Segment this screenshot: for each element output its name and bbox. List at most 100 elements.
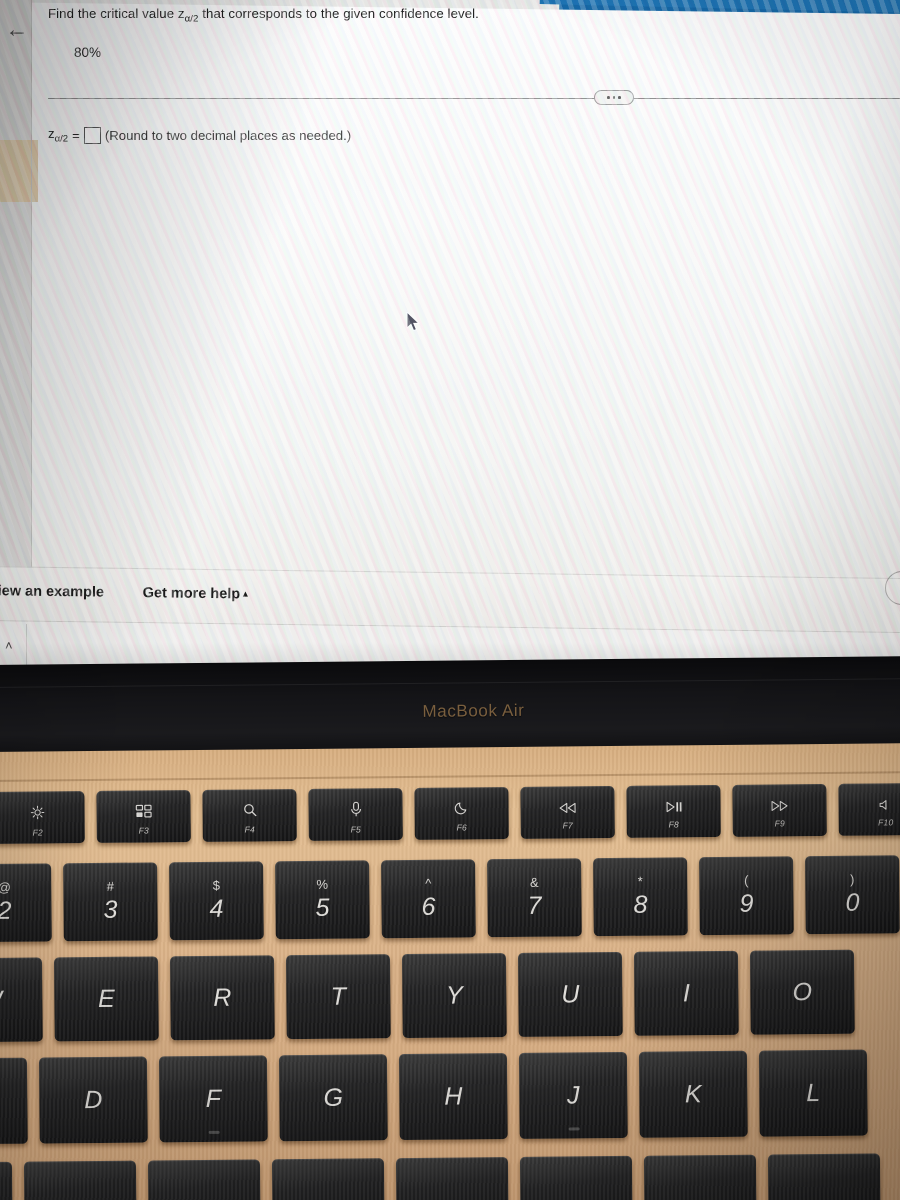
get-more-help-button[interactable]: Get more help ▴	[143, 585, 248, 602]
key-shift-symbol: )	[850, 871, 855, 887]
key-blank-2[interactable]	[147, 1159, 261, 1200]
key-f2[interactable]: F2	[0, 791, 85, 844]
mission-control-icon	[135, 804, 152, 820]
key-label: 3	[103, 895, 118, 924]
key-label: T	[330, 982, 347, 1011]
key-f4[interactable]: F4	[202, 789, 297, 842]
tray-tab-divider	[26, 624, 27, 668]
key-label: K	[684, 1079, 702, 1108]
answer-variable-subscript: α/2	[54, 133, 69, 145]
key-5[interactable]: % 5	[275, 860, 370, 940]
key-label: F2	[32, 826, 43, 838]
key-f8[interactable]: F8	[626, 784, 721, 838]
key-k[interactable]: K	[638, 1050, 748, 1138]
key-label: 2	[0, 896, 12, 925]
key-shift-symbol: &	[529, 874, 539, 890]
key-0[interactable]: ) 0	[805, 855, 900, 935]
key-f9[interactable]: F9	[732, 783, 827, 837]
key-o[interactable]: O	[749, 949, 855, 1035]
rail-highlight-block	[0, 140, 38, 202]
key-blank-3[interactable]	[271, 1158, 385, 1200]
brightness-up-icon	[30, 804, 46, 822]
view-an-example-link[interactable]: iew an example	[0, 583, 104, 600]
key-2[interactable]: @2	[0, 863, 52, 943]
key-j[interactable]: J	[518, 1051, 628, 1139]
problem-stem-after: that corresponds to the given confidence…	[198, 6, 479, 21]
key-shift-symbol: (	[744, 872, 749, 888]
fast-forward-icon	[770, 799, 788, 813]
home-key-row: SD F G H J K L	[0, 1049, 868, 1145]
key-label: F4	[244, 824, 255, 835]
rounding-instruction: (Round to two decimal places as needed.)	[104, 127, 352, 143]
more-options-expander[interactable]	[594, 90, 634, 105]
key-blank-6[interactable]	[643, 1154, 757, 1200]
key-f10[interactable]: F10	[838, 782, 900, 836]
back-arrow-icon[interactable]: ←	[4, 16, 30, 42]
key-label: F8	[668, 818, 679, 829]
problem-stem-before: Find the critical value z	[48, 6, 185, 21]
key-9[interactable]: (9	[699, 856, 794, 936]
do-not-disturb-moon-icon	[454, 800, 469, 817]
key-label: R	[213, 983, 232, 1012]
key-label: 4	[209, 894, 224, 923]
answer-input[interactable]	[83, 126, 101, 144]
key-blank-0[interactable]	[0, 1161, 13, 1200]
key-8[interactable]: * 8	[593, 857, 688, 937]
rail-divider	[31, 0, 32, 648]
key-f3[interactable]: F3	[96, 790, 191, 843]
key-shift-symbol: #	[106, 878, 114, 894]
key-blank-7[interactable]	[767, 1153, 881, 1200]
key-w[interactable]: W	[0, 957, 43, 1043]
key-r[interactable]: R	[169, 955, 275, 1041]
tray-expand-chevron-icon[interactable]: ˄	[5, 638, 13, 653]
caret-up-icon: ▴	[243, 588, 248, 599]
key-6[interactable]: ^ 6	[381, 859, 476, 939]
key-label: 5	[315, 893, 330, 922]
key-u[interactable]: U	[517, 951, 623, 1037]
key-label: O	[792, 977, 813, 1006]
key-h[interactable]: H	[398, 1053, 508, 1141]
function-key-row: F2 F3 F4 F5 F6 F7 F8 F9 F10	[0, 782, 900, 844]
key-7[interactable]: & 7	[487, 858, 582, 938]
key-blank-5[interactable]	[519, 1155, 633, 1200]
answer-variable-label: zα/2	[48, 126, 69, 145]
get-more-help-label: Get more help	[142, 585, 241, 603]
key-f5[interactable]: F5	[308, 788, 403, 841]
key-label: E	[97, 984, 115, 1013]
key-4[interactable]: $4	[169, 861, 264, 941]
key-l[interactable]: L	[758, 1049, 868, 1137]
key-blank-4[interactable]	[395, 1157, 509, 1200]
dictation-mic-icon	[349, 801, 362, 819]
key-e[interactable]: E	[53, 956, 159, 1042]
rewind-icon	[558, 801, 576, 815]
key-label: J	[566, 1080, 580, 1109]
equals-sign: =	[72, 127, 80, 143]
key-label: F	[205, 1084, 222, 1113]
key-label: 6	[421, 892, 436, 921]
key-blank-1[interactable]	[23, 1160, 137, 1200]
key-d[interactable]: D	[38, 1056, 148, 1144]
key-3[interactable]: #3	[63, 862, 158, 942]
key-g[interactable]: G	[278, 1054, 388, 1142]
answer-row: zα/2 = (Round to two decimal places as n…	[48, 126, 351, 145]
key-label: F3	[138, 824, 149, 836]
key-f6[interactable]: F6	[414, 787, 509, 840]
key-label: 7	[527, 891, 542, 920]
key-y[interactable]: Y	[401, 953, 507, 1039]
number-key-row: @2 #3 $4% 5 ^ 6 & 7 * 8(9) 0	[0, 855, 900, 943]
key-shift-symbol: %	[316, 876, 329, 892]
key-label: 0	[845, 888, 860, 917]
key-t[interactable]: T	[285, 954, 391, 1040]
bottom-key-row	[0, 1153, 881, 1200]
key-f[interactable]: F	[158, 1055, 268, 1143]
key-label: 9	[739, 889, 754, 918]
left-rail	[0, 0, 31, 648]
key-i[interactable]: I	[633, 950, 739, 1036]
key-f7[interactable]: F7	[520, 786, 615, 839]
key-s[interactable]: S	[0, 1057, 28, 1145]
tactile-bump	[208, 1130, 220, 1134]
dot-3	[618, 96, 621, 99]
key-label: G	[323, 1083, 344, 1112]
key-shift-symbol: $	[212, 877, 220, 893]
play-pause-icon	[665, 800, 682, 814]
